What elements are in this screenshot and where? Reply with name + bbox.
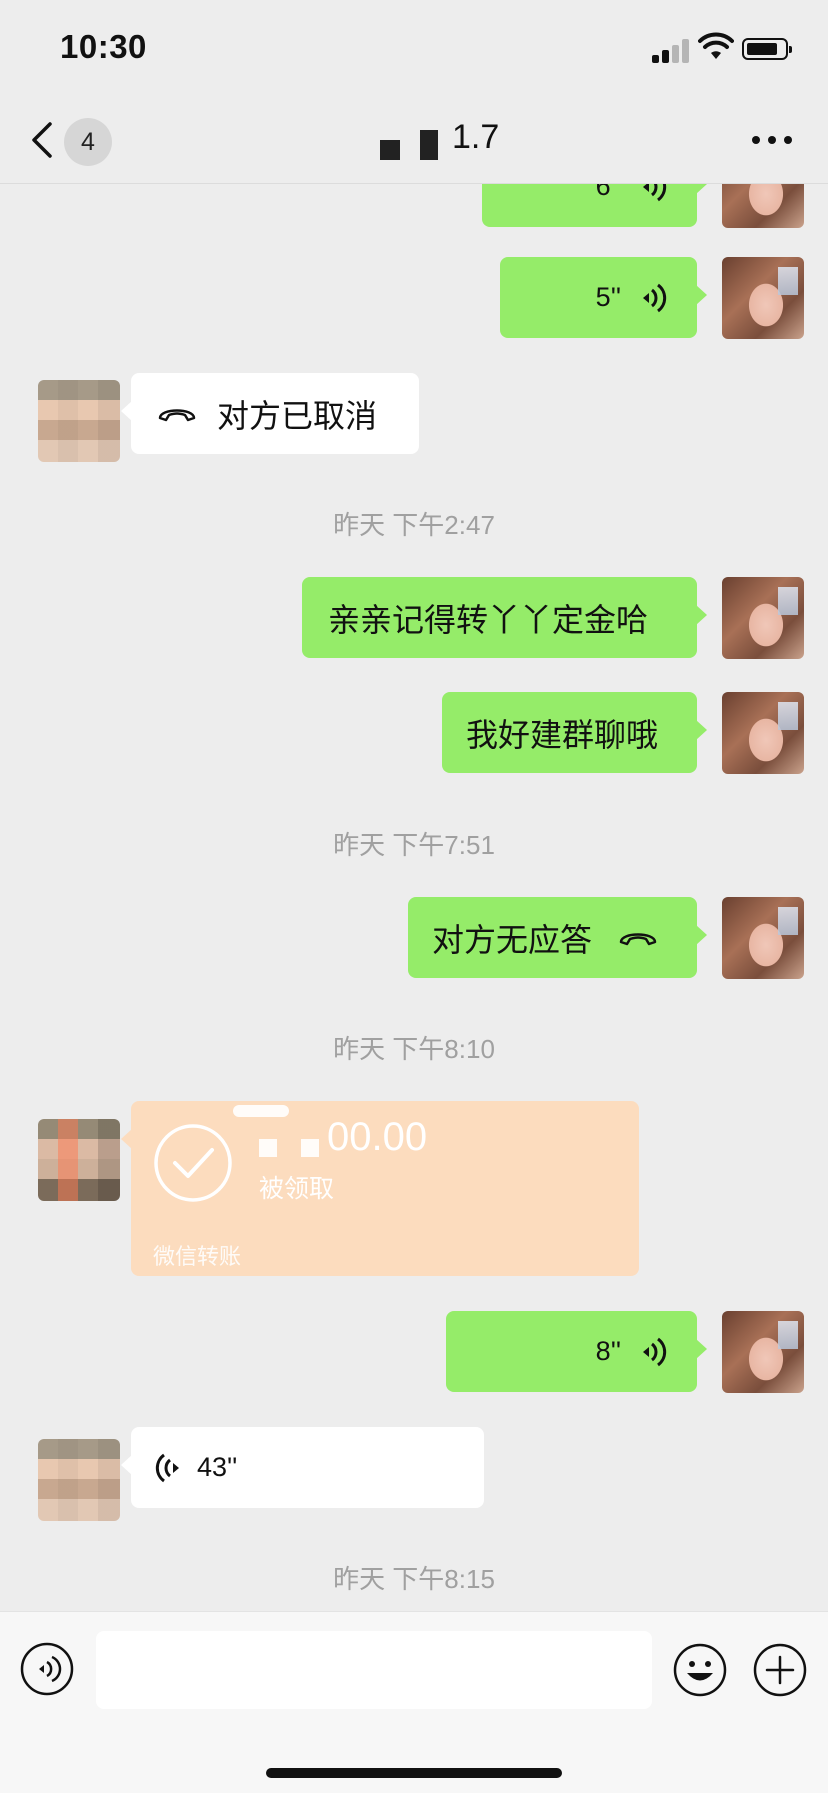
unread-count-badge[interactable]: 4 <box>64 118 112 166</box>
voice-input-toggle-icon[interactable] <box>20 1642 74 1696</box>
voice-wave-icon <box>155 1453 179 1482</box>
contact-avatar[interactable] <box>38 380 120 462</box>
input-bar <box>0 1611 828 1793</box>
voice-duration: 8'' <box>595 1336 621 1366</box>
more-options-button[interactable] <box>752 136 792 148</box>
voice-wave-icon <box>643 283 667 312</box>
phone-hangup-icon <box>158 408 196 421</box>
text-message-bubble[interactable]: 我好建群聊哦 <box>442 692 707 773</box>
wechat-transfer-card[interactable]: 00.00 被领取 微信转账 <box>121 1101 639 1276</box>
add-attachment-icon[interactable] <box>752 1642 808 1698</box>
emoji-icon[interactable] <box>672 1642 728 1698</box>
voice-wave-icon <box>643 1337 667 1366</box>
voice-wave-icon <box>643 183 667 201</box>
message-timestamp: 昨天 下午7:51 <box>333 830 495 860</box>
redacted-title-mark <box>420 130 438 160</box>
contact-avatar[interactable] <box>38 1119 120 1201</box>
my-avatar[interactable] <box>722 1311 804 1393</box>
redaction-mark <box>233 1105 289 1117</box>
voice-duration: 6'' <box>595 183 621 201</box>
voice-duration: 5'' <box>595 282 621 312</box>
voice-message-bubble[interactable]: 8'' <box>446 1311 707 1392</box>
redaction-mark <box>259 1139 277 1157</box>
chat-header: 4 1.7 <box>0 100 828 184</box>
transfer-footer-label: 微信转账 <box>153 1244 242 1269</box>
wifi-icon <box>698 32 734 59</box>
my-avatar[interactable] <box>722 183 804 228</box>
voice-message-bubble[interactable]: 6'' <box>482 183 707 227</box>
redacted-title-mark <box>380 140 400 160</box>
transfer-amount: 00.00 <box>327 1115 428 1159</box>
voice-message-bubble[interactable]: 43'' <box>121 1427 484 1508</box>
battery-icon <box>742 38 792 60</box>
status-time: 10:30 <box>60 28 147 65</box>
text-message-bubble[interactable]: 亲亲记得转丫丫定金哈 <box>302 577 707 658</box>
status-bar: 10:30 <box>0 0 828 100</box>
home-indicator[interactable] <box>266 1768 562 1778</box>
message-list[interactable]: 6'' 5'' 对方已取消 昨天 下午2:47 亲亲记得转丫丫定金哈 我好建群聊… <box>0 183 828 1611</box>
checkmark-circle-icon <box>154 1124 232 1202</box>
phone-hangup-icon <box>619 932 657 945</box>
voice-duration: 43'' <box>197 1452 238 1482</box>
message-timestamp: 昨天 下午2:47 <box>333 510 495 540</box>
redaction-mark <box>301 1139 319 1157</box>
message-timestamp: 昨天 下午8:10 <box>333 1034 495 1064</box>
my-avatar[interactable] <box>722 897 804 979</box>
message-text: 亲亲记得转丫丫定金哈 <box>328 601 649 638</box>
chat-title: 1.7 <box>452 118 500 156</box>
cellular-signal-icon <box>652 37 692 63</box>
voice-message-bubble[interactable]: 5'' <box>500 257 707 338</box>
call-status-text: 对方无应答 <box>432 921 593 958</box>
call-cancelled-bubble[interactable]: 对方已取消 <box>121 373 419 454</box>
my-avatar[interactable] <box>722 577 804 659</box>
message-text: 我好建群聊哦 <box>466 716 659 753</box>
my-avatar[interactable] <box>722 692 804 774</box>
contact-avatar[interactable] <box>38 1439 120 1521</box>
message-timestamp: 昨天 下午8:15 <box>333 1564 495 1594</box>
transfer-status: 被领取 <box>259 1175 335 1203</box>
my-avatar[interactable] <box>722 257 804 339</box>
back-button[interactable] <box>28 120 58 160</box>
call-no-answer-bubble[interactable]: 对方无应答 <box>408 897 707 978</box>
message-input[interactable] <box>96 1631 652 1709</box>
call-status-text: 对方已取消 <box>217 397 378 434</box>
